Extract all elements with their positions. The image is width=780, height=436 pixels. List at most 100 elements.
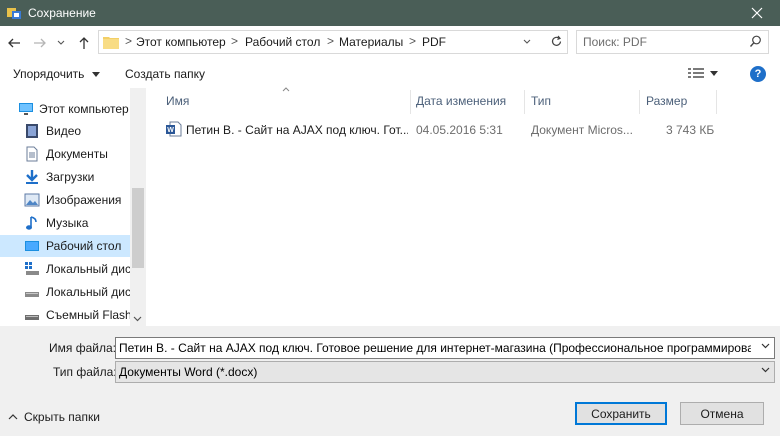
help-button[interactable]: ?: [750, 66, 766, 82]
arrow-up-icon: [79, 37, 89, 49]
nav-item-music[interactable]: Музыка: [0, 212, 130, 234]
refresh-icon: [551, 35, 561, 46]
nav-item-label: Локальный дис: [46, 285, 130, 299]
nav-item-local-disk[interactable]: Локальный дис: [0, 258, 130, 280]
file-name: Петин В. - Сайт на AJAX под ключ. Гот...: [186, 123, 408, 137]
documents-icon: [26, 146, 38, 162]
chevron-down-icon[interactable]: [761, 343, 770, 349]
file-type: Документ Micros...: [531, 123, 633, 137]
sort-ascending-icon: [282, 87, 290, 92]
back-button[interactable]: [4, 33, 24, 53]
nav-item-label: Изображения: [46, 193, 122, 207]
breadcrumb-this-pc[interactable]: Этот компьютер: [136, 35, 226, 49]
column-size[interactable]: Размер: [646, 94, 687, 108]
command-bar: Упорядочить Создать папку ?: [0, 60, 780, 88]
pictures-icon: [24, 193, 40, 207]
nav-item-documents[interactable]: Документы: [0, 143, 130, 165]
address-history-icon[interactable]: [523, 39, 531, 45]
column-name[interactable]: Имя: [166, 94, 189, 108]
forward-button[interactable]: [30, 33, 50, 53]
nav-item-label: Документы: [46, 147, 108, 161]
scrollbar-thumb[interactable]: [132, 188, 144, 268]
nav-item-desktop[interactable]: Рабочий стол: [0, 235, 130, 257]
nav-scrollbar[interactable]: [130, 88, 146, 326]
computer-icon: [19, 103, 33, 115]
hide-folders-label: Скрыть папки: [24, 410, 100, 424]
arrow-left-icon: [8, 38, 20, 48]
nav-item-downloads[interactable]: Загрузки: [0, 166, 130, 188]
breadcrumb-separator: >: [231, 34, 239, 48]
caret-down-icon: [91, 72, 100, 78]
file-size: 3 743 КБ: [666, 123, 715, 137]
organize-menu[interactable]: Упорядочить: [13, 67, 100, 81]
close-icon: [751, 7, 763, 19]
chevron-down-icon[interactable]: [133, 316, 142, 322]
chevron-down-icon: [761, 367, 770, 373]
usb-drive-icon: [25, 315, 39, 320]
new-folder-button[interactable]: Создать папку: [125, 67, 205, 81]
nav-item-label: Загрузки: [46, 170, 95, 184]
breadcrumb-pdf[interactable]: PDF: [422, 35, 446, 49]
recent-locations-button[interactable]: [54, 33, 68, 53]
arrow-right-icon: [34, 38, 46, 48]
filetype-select[interactable]: Документы Word (*.docx): [115, 361, 775, 383]
breadcrumb-separator: >: [327, 34, 335, 48]
filetype-label: Тип файла:: [53, 365, 117, 379]
column-divider[interactable]: [716, 90, 717, 114]
nav-item-label: Музыка: [46, 216, 89, 230]
column-type[interactable]: Тип: [531, 94, 551, 108]
desktop-icon: [25, 241, 39, 251]
column-divider[interactable]: [410, 90, 411, 114]
nav-item-removable-drive[interactable]: Съемный Flash-: [0, 304, 130, 326]
filetype-value: Документы Word (*.docx): [119, 365, 258, 379]
breadcrumb-desktop[interactable]: Рабочий стол: [245, 35, 320, 49]
folder-icon: [103, 37, 119, 49]
address-field[interactable]: > Этот компьютер > Рабочий стол > Матери…: [98, 30, 568, 54]
nav-item-label: Этот компьютер: [39, 102, 129, 116]
search-input[interactable]: [583, 34, 743, 50]
nav-item-label: Съемный Flash-: [46, 308, 130, 322]
column-divider[interactable]: [524, 90, 525, 114]
file-date: 04.05.2016 5:31: [416, 123, 503, 137]
search-box[interactable]: [576, 30, 769, 54]
search-icon[interactable]: [749, 35, 762, 48]
music-icon: [26, 216, 37, 230]
nav-item-video[interactable]: Видео: [0, 120, 130, 142]
table-row[interactable]: W Петин В. - Сайт на AJAX под ключ. Гот.…: [166, 120, 722, 140]
hide-folders-toggle[interactable]: Скрыть папки: [8, 410, 100, 424]
breadcrumb-materials[interactable]: Материалы: [339, 35, 403, 49]
close-button[interactable]: [734, 0, 780, 26]
nav-item-label: Локальный дис: [46, 262, 130, 276]
column-date[interactable]: Дата изменения: [416, 94, 506, 108]
nav-item-label: Рабочий стол: [46, 239, 122, 253]
chevron-down-icon: [57, 40, 65, 45]
nav-item-label: Видео: [46, 124, 82, 138]
breadcrumb-separator: >: [409, 34, 417, 48]
refresh-button[interactable]: [545, 30, 567, 52]
filename-combobox[interactable]: [115, 337, 775, 359]
nav-item-this-pc[interactable]: Этот компьютер: [0, 98, 130, 120]
address-bar-row: > Этот компьютер > Рабочий стол > Матери…: [0, 26, 780, 60]
system-drive-icon: [25, 262, 39, 275]
window-title: Сохранение: [28, 6, 96, 20]
app-icon: [7, 8, 21, 19]
change-view-button[interactable]: [688, 67, 718, 79]
cancel-button[interactable]: Отмена: [680, 402, 764, 425]
nav-item-local-disk[interactable]: Локальный дис: [0, 281, 130, 303]
svg-text:W: W: [167, 127, 174, 134]
chevron-up-icon: [8, 414, 18, 420]
navigation-pane[interactable]: Этот компьютер Видео Документы Загрузки …: [0, 88, 146, 326]
save-button[interactable]: Сохранить: [575, 402, 667, 425]
nav-item-pictures[interactable]: Изображения: [0, 189, 130, 211]
word-document-icon: W: [166, 121, 182, 137]
file-list[interactable]: Имя Дата изменения Тип Размер W Петин В.…: [160, 87, 780, 326]
title-bar: Сохранение: [0, 0, 780, 26]
browser-area: Этот компьютер Видео Документы Загрузки …: [0, 87, 780, 326]
caret-down-icon: [710, 70, 718, 76]
filename-label: Имя файла:: [49, 341, 116, 355]
breadcrumb-separator: >: [125, 34, 133, 48]
up-button[interactable]: [74, 33, 94, 53]
filename-input[interactable]: [119, 340, 751, 356]
video-icon: [26, 124, 38, 138]
column-divider[interactable]: [639, 90, 640, 114]
